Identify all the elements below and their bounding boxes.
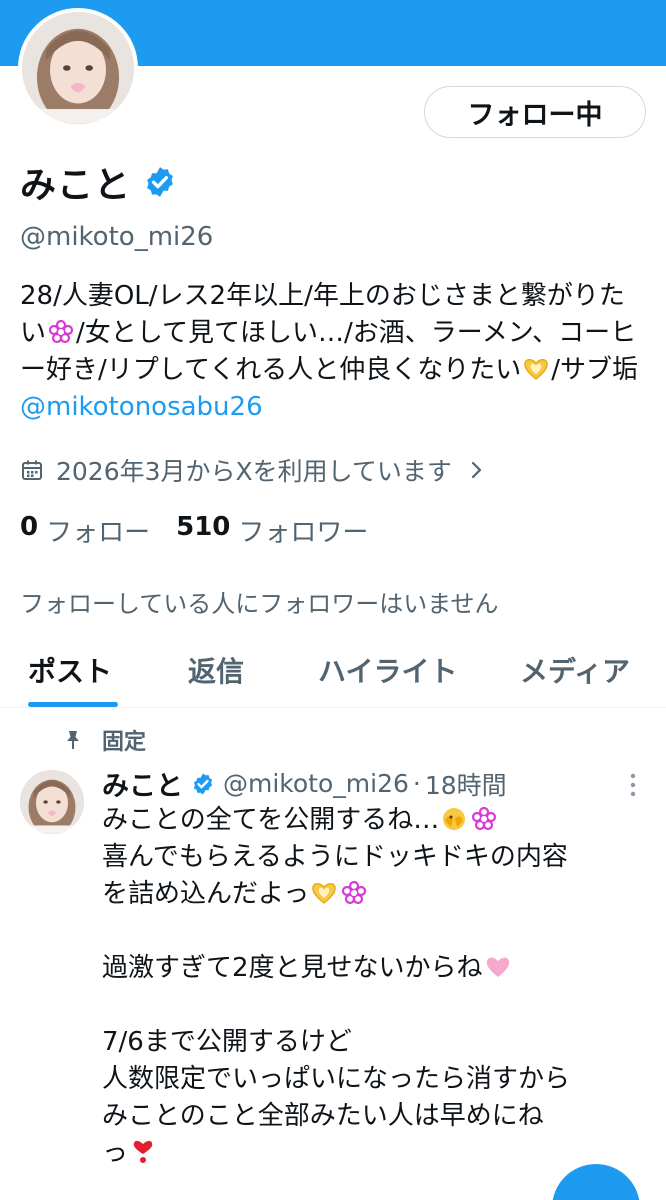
followers-label: フォロワー	[238, 518, 369, 548]
post-line-6	[102, 987, 642, 1024]
face-peeking-emoji	[443, 808, 466, 830]
white-flower-emoji	[342, 880, 367, 905]
heart-exclamation-emoji	[133, 1140, 153, 1163]
bio-text-3: /サブ垢	[551, 355, 638, 385]
verified-badge-icon	[193, 773, 213, 794]
pin-icon	[67, 731, 79, 749]
post-line-5: 過激すぎて2度と見せないからね	[102, 950, 642, 987]
post-line-3: を詰め込んだよっ	[102, 876, 642, 913]
profile-bio: 28/人妻OL/レス2年以上/年上のおじさまと繋がりたい/女として見てほしい…/…	[20, 278, 650, 426]
post-author-handle[interactable]: @mikoto_mi26	[223, 769, 409, 798]
active-tab-indicator	[28, 702, 118, 707]
profile-tabs: ポスト 返信 ハイライト メディア	[0, 640, 666, 708]
following-count-link[interactable]: 0 フォロー	[20, 512, 150, 549]
tab-media[interactable]: メディア	[520, 650, 630, 690]
followers-count: 510	[176, 512, 231, 542]
profile-avatar[interactable]	[18, 8, 138, 128]
post-header: みこと @mikoto_mi26 · 18時間	[102, 764, 507, 803]
avatar-image	[20, 770, 84, 834]
tab-highlights[interactable]: ハイライト	[318, 650, 457, 690]
mutual-followers-notice: フォローしている人にフォロワーはいません	[20, 590, 499, 618]
post-line-8: 人数限定でいっぱいになったら消すから	[102, 1064, 571, 1094]
post-line-4	[102, 913, 642, 950]
meta-separator: ·	[412, 769, 421, 798]
chevron-right-icon	[471, 461, 482, 479]
tab-replies[interactable]: 返信	[188, 650, 244, 690]
profile-name-row: みこと	[20, 156, 177, 208]
heart-hands-emoji	[524, 359, 548, 380]
profile-handle: @mikoto_mi26	[20, 222, 214, 252]
post-author-name[interactable]: みこと	[102, 764, 183, 803]
post-line-1: みことの全てを公開するね…	[102, 802, 642, 839]
verified-badge-icon[interactable]	[143, 165, 177, 199]
white-flower-emoji	[472, 806, 497, 831]
follow-stats: 0 フォロー 510 フォロワー	[20, 512, 394, 549]
post-timestamp[interactable]: 18時間	[425, 766, 507, 802]
more-vertical-icon[interactable]	[626, 772, 640, 798]
calendar-icon	[22, 460, 42, 480]
profile-name: みこと	[20, 165, 132, 206]
white-flower-emoji	[48, 319, 74, 344]
post-line-7: 7/6まで公開するけど	[102, 1027, 352, 1057]
joined-text: 2026年3月からXを利用しています	[56, 457, 452, 486]
following-label: フォロー	[46, 518, 151, 548]
following-button[interactable]: フォロー中	[424, 86, 646, 138]
heart-hands-emoji	[312, 883, 337, 904]
avatar-image	[22, 12, 134, 124]
bio-mention-link[interactable]: @mikotonosabu26	[20, 392, 263, 422]
joined-info[interactable]: 2026年3月からXを利用しています	[20, 452, 486, 488]
post-text[interactable]: みことの全てを公開するね… 喜んでもらえるようにドッキドキの内容 を詰め込んだよ…	[102, 802, 642, 1172]
post-line-10: っ	[102, 1135, 642, 1172]
post-line-2: 喜んでもらえるようにドッキドキの内容	[102, 842, 568, 872]
pink-heart-emoji	[486, 957, 509, 977]
pinned-label: 固定	[102, 730, 147, 755]
following-count: 0	[20, 512, 39, 542]
post-line-9: みことのこと全部みたい人は早めにね	[102, 1101, 544, 1131]
pinned-indicator: 固定	[62, 724, 146, 756]
post-author-avatar[interactable]	[20, 770, 84, 834]
tab-posts[interactable]: ポスト	[28, 650, 112, 690]
followers-count-link[interactable]: 510 フォロワー	[176, 512, 368, 549]
